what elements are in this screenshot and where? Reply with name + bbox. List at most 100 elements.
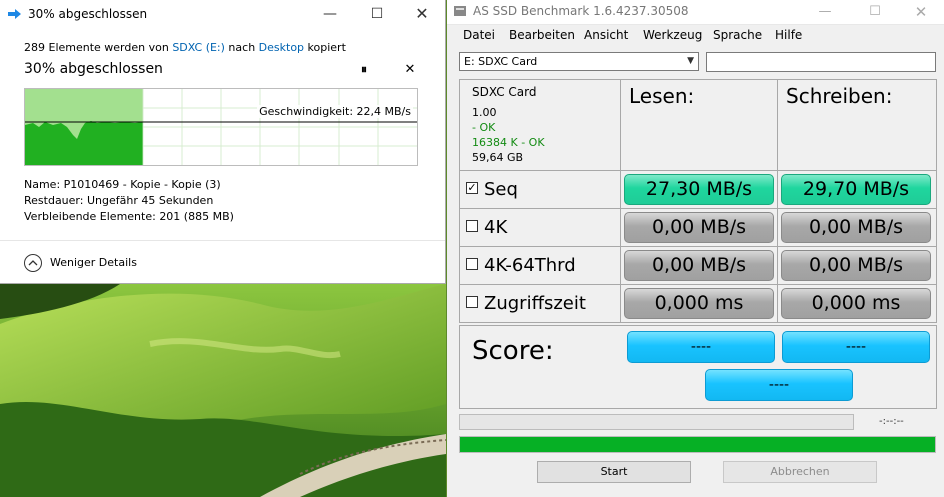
drive-status-2: 16384 K - OK (472, 136, 545, 149)
menu-werkzeug[interactable]: Werkzeug (643, 28, 702, 42)
access-write-cell: 0,000 ms (777, 284, 937, 323)
read-header-cell: Lesen: (620, 79, 778, 171)
access-checkbox[interactable] (466, 296, 478, 308)
ssd-window-title: AS SSD Benchmark 1.6.4237.30508 (473, 4, 689, 18)
file-name-row: Name: P1010469 - Kopie - Kopie (3) (24, 178, 221, 191)
copy-progress-window: 30% abgeschlossen — ☐ ✕ 289 Elemente wer… (0, 0, 446, 284)
4k-checkbox[interactable] (466, 220, 478, 232)
pause-button[interactable]: ⏸ (356, 62, 372, 78)
access-read-cell: 0,000 ms (620, 284, 778, 323)
drive-text-field[interactable] (706, 52, 936, 72)
as-ssd-window: AS SSD Benchmark 1.6.4237.30508 — ☐ ✕ Da… (447, 0, 944, 497)
remaining-time-row: Restdauer: Ungefähr 45 Sekunden (24, 194, 213, 207)
minimize-button[interactable]: — (310, 3, 350, 25)
drive-select-value: E: SDXC Card (464, 55, 538, 68)
4k-read-value: 0,00 MB/s (624, 212, 774, 243)
close-button[interactable]: ✕ (901, 2, 941, 22)
copy-icon (8, 9, 21, 19)
copy-description-suffix: kopiert (304, 41, 346, 54)
chevron-down-icon: ▼ (687, 56, 694, 66)
4k64-row-label[interactable]: 4K-64Thrd (466, 255, 576, 276)
read-header: Lesen: (629, 84, 695, 108)
seq-write-value: 29,70 MB/s (781, 174, 931, 205)
score-write-value: ---- (782, 331, 930, 363)
4k64-read-cell: 0,00 MB/s (620, 246, 778, 285)
menu-bar: Datei Bearbeiten Ansicht Werkzeug Sprach… (447, 25, 944, 47)
app-icon (454, 6, 466, 16)
copy-window-title: 30% abgeschlossen (28, 7, 148, 21)
copy-description-mid: nach (224, 41, 259, 54)
remaining-time-value: Ungefähr 45 Sekunden (86, 194, 214, 207)
remaining-time-label: Restdauer: (24, 194, 84, 207)
4k64-write-value: 0,00 MB/s (781, 250, 931, 281)
cancel-copy-button[interactable]: ✕ (402, 62, 418, 78)
progress-percent-text: 30% abgeschlossen (24, 61, 163, 77)
access-write-value: 0,000 ms (781, 288, 931, 319)
benchmark-grid: SDXC Card 1.00 - OK 16384 K - OK 59,64 G… (459, 79, 937, 409)
seq-read-value: 27,30 MB/s (624, 174, 774, 205)
seq-write-cell: 29,70 MB/s (777, 170, 937, 209)
divider (0, 240, 445, 241)
4k64-label-text: 4K-64Thrd (484, 255, 576, 276)
row-access-label-cell: Zugriffszeit (459, 284, 621, 323)
row-4k-label-cell: 4K (459, 208, 621, 247)
speed-label: Geschwindigkeit: 22,4 MB/s (257, 105, 413, 118)
ssd-titlebar[interactable]: AS SSD Benchmark 1.6.4237.30508 — ☐ ✕ (447, 0, 944, 25)
4k64-write-cell: 0,00 MB/s (777, 246, 937, 285)
test-progress-bar (459, 414, 854, 430)
desktop-wallpaper (0, 284, 446, 497)
seq-read-cell: 27,30 MB/s (620, 170, 778, 209)
total-progress-bar (459, 436, 936, 453)
maximize-button[interactable]: ☐ (855, 2, 895, 22)
4k64-read-value: 0,00 MB/s (624, 250, 774, 281)
chevron-up-icon (24, 254, 42, 272)
drive-info-panel: SDXC Card 1.00 - OK 16384 K - OK 59,64 G… (459, 79, 621, 171)
4k-write-cell: 0,00 MB/s (777, 208, 937, 247)
transfer-speed-graph: Geschwindigkeit: 22,4 MB/s (24, 88, 418, 166)
speed-graph-svg (25, 89, 417, 165)
score-total-value: ---- (705, 369, 853, 401)
menu-ansicht[interactable]: Ansicht (584, 28, 628, 42)
source-link[interactable]: SDXC (E:) (172, 41, 225, 54)
abort-button[interactable]: Abbrechen (723, 461, 877, 483)
4k64-checkbox[interactable] (466, 258, 478, 270)
total-progress-fill (460, 437, 935, 452)
seq-label-text: Seq (484, 179, 518, 200)
menu-sprache[interactable]: Sprache (713, 28, 762, 42)
minimize-button[interactable]: — (805, 2, 845, 22)
score-panel: Score: ---- ---- ---- (459, 325, 937, 409)
remaining-items-value: 201 (885 MB) (159, 210, 234, 223)
drive-name: SDXC Card (472, 85, 537, 99)
score-read-value: ---- (627, 331, 775, 363)
write-header: Schreiben: (786, 84, 893, 108)
write-header-cell: Schreiben: (777, 79, 937, 171)
destination-link[interactable]: Desktop (259, 41, 304, 54)
copy-description-prefix: 289 Elemente werden von (24, 41, 173, 54)
row-seq-label-cell: ✓ Seq (459, 170, 621, 209)
speed-area (25, 121, 143, 165)
access-row-label[interactable]: Zugriffszeit (466, 293, 586, 314)
menu-datei[interactable]: Datei (463, 28, 495, 42)
4k-read-cell: 0,00 MB/s (620, 208, 778, 247)
drive-status-1: - OK (472, 121, 496, 134)
drive-select[interactable]: E: SDXC Card ▼ (459, 52, 699, 71)
maximize-button[interactable]: ☐ (357, 3, 397, 25)
access-read-value: 0,000 ms (624, 288, 774, 319)
close-button[interactable]: ✕ (402, 3, 442, 25)
remaining-items-row: Verbleibende Elemente: 201 (885 MB) (24, 210, 234, 223)
4k-label-text: 4K (484, 217, 508, 238)
remaining-items-label: Verbleibende Elemente: (24, 210, 156, 223)
copy-description: 289 Elemente werden von SDXC (E:) nach D… (24, 41, 346, 54)
seq-row-label[interactable]: ✓ Seq (466, 179, 518, 200)
copy-titlebar[interactable]: 30% abgeschlossen — ☐ ✕ (0, 0, 445, 28)
seq-checkbox[interactable]: ✓ (466, 182, 478, 194)
fewer-details-label: Weniger Details (50, 256, 137, 269)
4k-row-label[interactable]: 4K (466, 217, 507, 238)
drive-version: 1.00 (472, 106, 497, 119)
access-label-text: Zugriffszeit (484, 293, 586, 314)
start-button[interactable]: Start (537, 461, 691, 483)
score-label: Score: (472, 336, 554, 366)
menu-hilfe[interactable]: Hilfe (775, 28, 802, 42)
drive-size: 59,64 GB (472, 151, 524, 164)
menu-bearbeiten[interactable]: Bearbeiten (509, 28, 575, 42)
